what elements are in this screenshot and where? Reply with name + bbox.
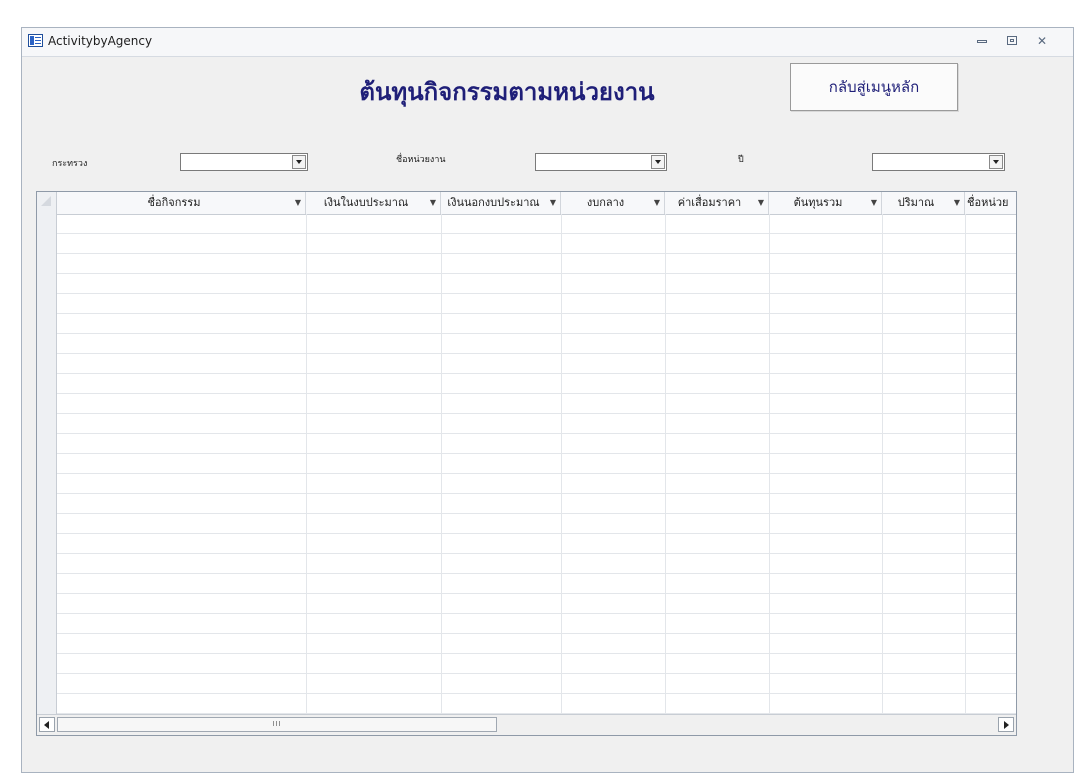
chevron-down-icon[interactable]: ▼: [654, 192, 660, 214]
chevron-down-icon[interactable]: ▼: [295, 192, 301, 214]
datasheet-body[interactable]: [57, 214, 1016, 715]
column-header-total-cost[interactable]: ต้นทุนรวม ▼: [769, 192, 882, 214]
datasheet-header: ชื่อกิจกรรม ▼ เงินในงบประมาณ ▼ เงินนอกงบปร…: [37, 192, 1016, 215]
column-header-off-budget[interactable]: เงินนอกงบประมาณ ▼: [441, 192, 561, 214]
chevron-down-icon[interactable]: ▼: [550, 192, 556, 214]
back-to-main-menu-button[interactable]: กลับสู่เมนูหลัก: [790, 63, 958, 111]
title-bar: ActivitybyAgency ✕: [22, 28, 1073, 57]
column-header-depreciation[interactable]: ค่าเสื่อมราคา ▼: [665, 192, 769, 214]
scrollbar-thumb[interactable]: III: [57, 717, 497, 732]
restore-icon: [1007, 36, 1017, 45]
column-header-activity-name[interactable]: ชื่อกิจกรรม ▼: [57, 192, 306, 214]
activity-datasheet[interactable]: ชื่อกิจกรรม ▼ เงินในงบประมาณ ▼ เงินนอกงบปร…: [36, 191, 1017, 736]
column-header-quantity[interactable]: ปริมาณ ▼: [882, 192, 965, 214]
chevron-down-icon[interactable]: [651, 155, 665, 169]
activity-by-agency-window: ActivitybyAgency ✕ ต้นทุนกิจกรรมตามหน่วย…: [21, 27, 1074, 773]
ministry-combobox[interactable]: [180, 153, 308, 171]
horizontal-scrollbar[interactable]: III: [37, 714, 1016, 735]
chevron-down-icon[interactable]: [292, 155, 306, 169]
minimize-icon: [977, 40, 987, 43]
window-title: ActivitybyAgency: [48, 34, 153, 48]
maximize-button[interactable]: [1002, 32, 1022, 50]
chevron-down-icon[interactable]: ▼: [758, 192, 764, 214]
scroll-right-icon[interactable]: [998, 717, 1014, 732]
minimize-button[interactable]: [972, 32, 992, 50]
column-header-unit-name[interactable]: ชื่อหน่วย: [965, 192, 1016, 214]
chevron-down-icon[interactable]: ▼: [954, 192, 960, 214]
chevron-down-icon[interactable]: ▼: [430, 192, 436, 214]
chevron-down-icon[interactable]: ▼: [871, 192, 877, 214]
page-title: ต้นทุนกิจกรรมตามหน่วยงาน: [359, 77, 655, 106]
agency-name-label: ชื่อหน่วยงาน: [396, 155, 446, 165]
close-button[interactable]: ✕: [1032, 32, 1052, 50]
ministry-label: กระทรวง: [52, 159, 88, 169]
column-header-central-budget[interactable]: งบกลาง ▼: [561, 192, 665, 214]
agency-name-combobox[interactable]: [535, 153, 667, 171]
scroll-left-icon[interactable]: [39, 717, 55, 732]
select-all-corner[interactable]: [37, 192, 57, 214]
form-icon: [28, 34, 43, 47]
record-selector-column[interactable]: [37, 214, 57, 715]
column-header-in-budget[interactable]: เงินในงบประมาณ ▼: [306, 192, 441, 214]
chevron-down-icon[interactable]: [989, 155, 1003, 169]
year-combobox[interactable]: [872, 153, 1005, 171]
year-label: ปี: [738, 155, 744, 165]
